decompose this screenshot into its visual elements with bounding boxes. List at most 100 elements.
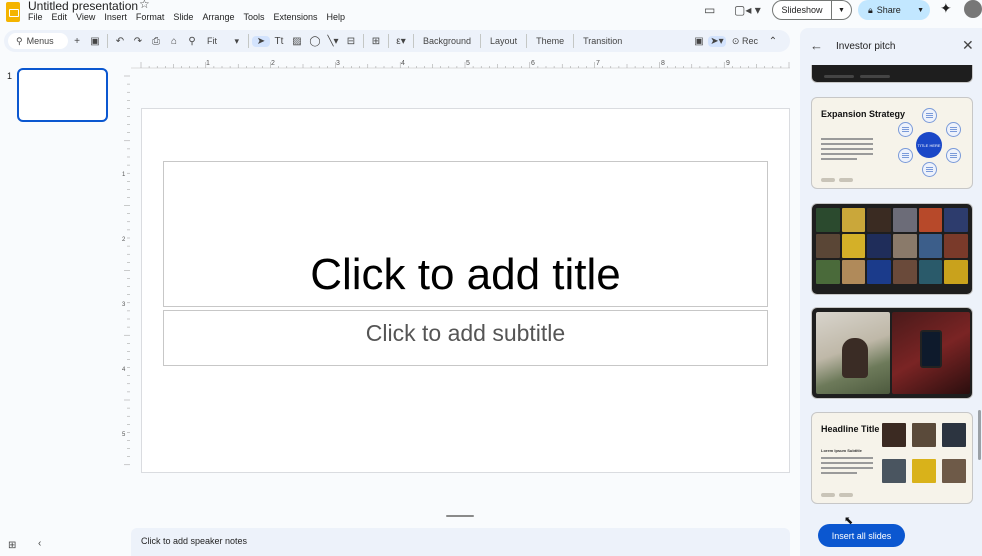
toolbar-divider	[413, 34, 414, 48]
slide-thumbnail[interactable]	[17, 68, 108, 122]
share-label: Share	[876, 5, 901, 15]
grid-photo	[816, 260, 840, 284]
back-arrow-icon[interactable]: ←	[810, 38, 823, 53]
star-icon[interactable]: ☆	[139, 0, 150, 11]
shape-icon[interactable]: ◯	[306, 36, 324, 47]
grid-photo	[892, 208, 917, 232]
photo-grid	[816, 208, 968, 284]
select-cursor-icon[interactable]: ➤	[252, 35, 270, 47]
chevron-down-icon[interactable]: ▼	[917, 7, 924, 14]
ruler-label: 3	[122, 302, 126, 308]
add-comment-icon[interactable]: ⊞	[367, 36, 385, 47]
horizontal-ruler[interactable]: 1 2 3 4 5 6 7 8 9	[131, 58, 790, 72]
diagram-node-icon	[898, 148, 913, 163]
diagram-node-icon	[922, 162, 937, 177]
vertical-ruler[interactable]: 1 2 3 4 5	[118, 72, 130, 492]
grid-photo	[944, 260, 968, 284]
template-card-dark-partial[interactable]	[811, 65, 973, 83]
template-side-panel: ← Investor pitch ✕ Expansion Strategy TI…	[800, 28, 982, 556]
paint-format-icon[interactable]: ⌂	[165, 36, 183, 47]
template-card-lifestyle-photos[interactable]	[811, 307, 973, 399]
zoom-select[interactable]: Fit ▾	[201, 36, 245, 47]
menus-search-label: Menus	[26, 36, 54, 46]
grid-photo	[867, 208, 891, 232]
insert-all-slides-button[interactable]: Insert all slides	[818, 524, 905, 547]
menu-file[interactable]: File	[28, 12, 43, 22]
comment-history-icon[interactable]: ▭	[704, 3, 715, 17]
card-photo	[912, 459, 936, 483]
subtitle-placeholder[interactable]: Click to add subtitle	[163, 310, 768, 366]
card-decoration	[824, 75, 854, 78]
gemini-sparkle-icon[interactable]: ✦	[940, 0, 952, 17]
grid-photo	[892, 234, 917, 258]
line-icon[interactable]: ╲▾	[324, 36, 342, 47]
template-card-photo-grid[interactable]	[811, 203, 973, 295]
zoom-icon[interactable]: ⚲	[183, 36, 201, 47]
menu-format[interactable]: Format	[136, 12, 165, 22]
image-options-icon[interactable]: ▣	[690, 36, 708, 47]
ruler-label: 5	[466, 60, 470, 67]
menu-tools[interactable]: Tools	[243, 12, 264, 22]
new-slide-icon[interactable]: +	[68, 36, 86, 47]
app-header: Untitled presentation ☆ File Edit View I…	[0, 0, 982, 30]
menu-extensions[interactable]: Extensions	[273, 12, 317, 22]
redo-icon[interactable]: ↷	[129, 36, 147, 47]
mouse-cursor-icon: ⬉	[844, 515, 854, 527]
print-icon[interactable]: ⎙	[147, 36, 165, 47]
share-button[interactable]: 🔒︎ Share ▼	[858, 0, 930, 20]
menu-view[interactable]: View	[76, 12, 95, 22]
menu-help[interactable]: Help	[327, 12, 346, 22]
ruler-label: 9	[726, 60, 730, 67]
layout-button[interactable]: Layout	[484, 36, 523, 46]
filmstrip: 1	[0, 56, 120, 516]
close-icon[interactable]: ✕	[962, 37, 974, 54]
side-panel-title: Investor pitch	[836, 41, 896, 52]
placeholder-icon[interactable]: ⊟	[342, 36, 360, 47]
ruler-label: 2	[122, 237, 126, 243]
card-subheading: Lorem Ipsum Subtitle	[821, 448, 862, 453]
subtitle-placeholder-text: Click to add subtitle	[365, 320, 566, 346]
lock-icon: 🔒︎	[868, 4, 873, 15]
toolbar-divider	[363, 34, 364, 48]
toolbar-divider	[107, 34, 108, 48]
ruler-label: 4	[401, 60, 405, 67]
new-slide-layout-icon[interactable]: ▣	[86, 36, 104, 47]
template-card-expansion-strategy[interactable]: Expansion Strategy TITLE HERE	[811, 97, 973, 189]
menu-slide[interactable]: Slide	[173, 12, 193, 22]
undo-icon[interactable]: ↶	[111, 36, 129, 47]
menu-edit[interactable]: Edit	[52, 12, 68, 22]
photo-person-reading	[816, 312, 890, 394]
rec-button[interactable]: ⊙ Rec	[726, 36, 764, 47]
menus-search[interactable]: ⚲ Menus	[8, 33, 68, 49]
ruler-label: 4	[122, 367, 126, 373]
background-button[interactable]: Background	[417, 36, 477, 46]
toolbar-divider	[388, 34, 389, 48]
pointer-mode-icon[interactable]: ➤▾	[707, 35, 726, 47]
title-placeholder[interactable]: Click to add title	[163, 161, 768, 307]
menu-insert[interactable]: Insert	[104, 12, 127, 22]
slideshow-button[interactable]: Slideshow	[772, 0, 832, 20]
avatar[interactable]	[964, 0, 982, 18]
notes-resize-handle[interactable]	[446, 515, 474, 517]
image-icon[interactable]: ▨	[288, 36, 306, 47]
card-photo	[912, 423, 936, 447]
slides-logo-icon[interactable]	[6, 2, 20, 22]
grid-photo	[944, 208, 968, 232]
text-box-icon[interactable]: Tt	[270, 36, 288, 47]
card-decoration	[860, 75, 890, 78]
side-panel-scrollbar[interactable]	[978, 410, 981, 460]
grid-photo	[841, 208, 866, 232]
menu-arrange[interactable]: Arrange	[202, 12, 234, 22]
meet-video-icon[interactable]: ▢◂ ▾	[734, 3, 761, 17]
grid-photo	[918, 208, 943, 232]
slideshow-options-button[interactable]: ▼	[832, 0, 852, 20]
collapse-toolbar-icon[interactable]: ⌃	[764, 36, 782, 47]
transition-button[interactable]: Transition	[577, 36, 628, 46]
template-card-headline[interactable]: Headline Title Here Lorem Ipsum Subtitle	[811, 412, 973, 504]
speaker-notes[interactable]: Click to add speaker notes	[131, 528, 790, 556]
collapse-filmstrip-icon[interactable]: ‹	[38, 538, 41, 549]
input-tools-icon[interactable]: ε▾	[392, 36, 410, 47]
grid-photo	[944, 234, 968, 258]
grid-view-icon[interactable]: ⊞	[8, 540, 16, 551]
theme-button[interactable]: Theme	[530, 36, 570, 46]
